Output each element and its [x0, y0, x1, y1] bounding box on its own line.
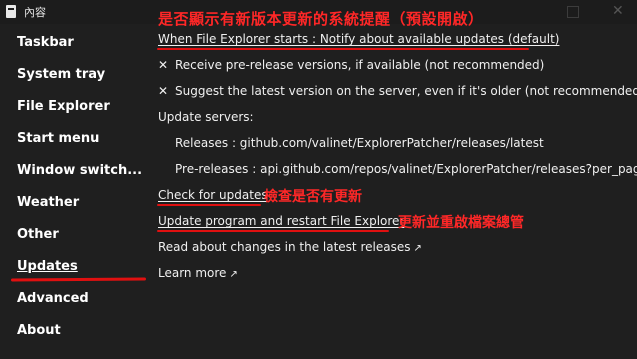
annotation-restart: 更新並重啟檔案總管	[398, 215, 524, 231]
annotation-notify-description: 是否顯示有新版本更新的系統提醒（預設開啟）	[158, 10, 484, 28]
maximize-icon[interactable]	[567, 6, 579, 18]
suggest-latest-option[interactable]: ✕ Suggest the latest version on the serve…	[158, 84, 637, 98]
sidebar-item-about[interactable]: About	[17, 323, 61, 338]
restart-red-underline	[157, 230, 389, 232]
arrow-up-right-icon: ↗	[413, 243, 422, 254]
learn-more-label: Learn more	[158, 266, 227, 280]
releases-server[interactable]: Releases : github.com/valinet/ExplorerPa…	[175, 136, 544, 150]
read-changes-label: Read about changes in the latest release…	[158, 240, 411, 254]
notify-updates-option[interactable]: When File Explorer starts : Notify about…	[158, 32, 559, 46]
arrow-up-right-icon: ↗	[229, 269, 238, 280]
notify-red-underline	[157, 48, 529, 50]
prerelease-label: Receive pre-release versions, if availab…	[175, 58, 545, 72]
sidebar-item-other[interactable]: Other	[17, 227, 59, 242]
window-app-icon	[6, 5, 16, 18]
annotation-check-updates: 檢查是否有更新	[264, 189, 362, 205]
prerelease-option[interactable]: ✕ Receive pre-release versions, if availa…	[158, 58, 544, 72]
sidebar-item-file-explorer[interactable]: File Explorer	[17, 99, 110, 114]
x-icon: ✕	[158, 58, 169, 72]
update-restart-link[interactable]: Update program and restart File Explorer	[158, 214, 404, 228]
sidebar-item-start-menu[interactable]: Start menu	[17, 131, 99, 146]
close-icon[interactable]: ✕	[612, 3, 624, 19]
sidebar-item-updates[interactable]: Updates	[17, 259, 78, 274]
sidebar-item-weather[interactable]: Weather	[17, 195, 79, 210]
learn-more-link[interactable]: Learn more ↗	[158, 266, 238, 280]
update-servers-heading: Update servers:	[158, 110, 254, 124]
check-red-underline	[157, 204, 261, 206]
prereleases-server[interactable]: Pre-releases : api.github.com/repos/vali…	[175, 162, 637, 176]
sidebar-item-advanced[interactable]: Advanced	[17, 291, 89, 306]
check-for-updates-link[interactable]: Check for updates	[158, 188, 268, 202]
x-icon: ✕	[158, 84, 169, 98]
sidebar-item-taskbar[interactable]: Taskbar	[17, 35, 74, 50]
sidebar: Taskbar System tray File Explorer Start …	[0, 24, 150, 359]
read-changes-link[interactable]: Read about changes in the latest release…	[158, 240, 422, 254]
sidebar-item-system-tray[interactable]: System tray	[17, 67, 105, 82]
sidebar-item-window-switcher[interactable]: Window switch...	[17, 163, 142, 178]
suggest-latest-label: Suggest the latest version on the server…	[175, 84, 637, 98]
window-title: 內容	[24, 6, 46, 19]
